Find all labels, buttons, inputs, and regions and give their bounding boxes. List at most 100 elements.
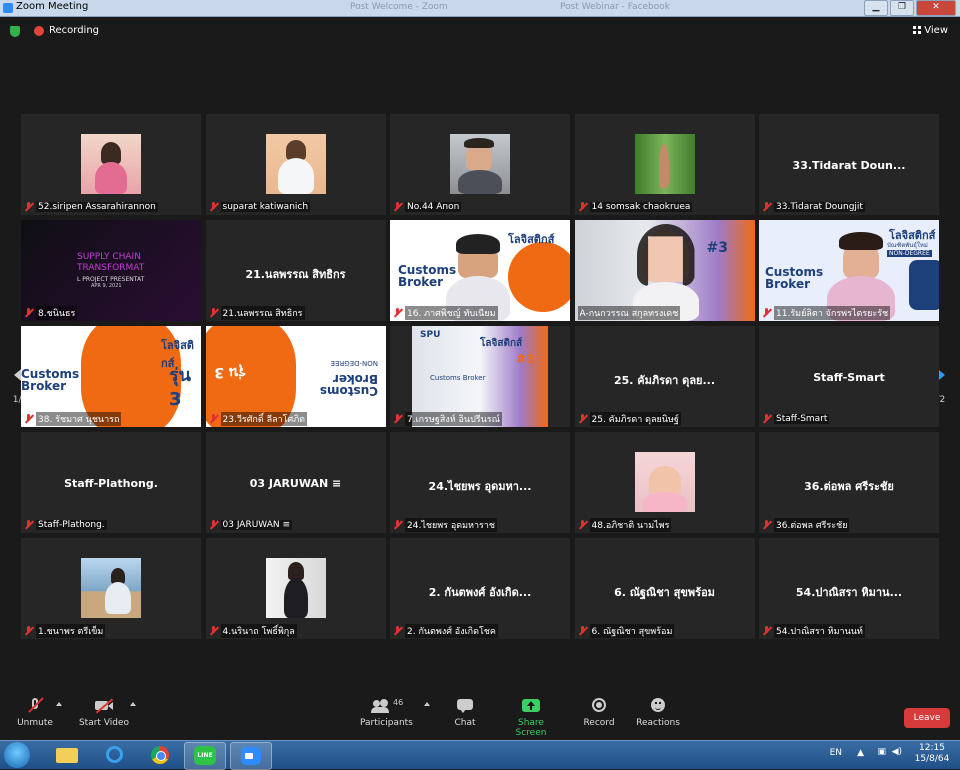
slide-date: APR 9, 2021 xyxy=(91,283,122,289)
participant-name: 52.siripen Assarahirannon xyxy=(36,201,158,212)
view-button[interactable]: View xyxy=(913,25,948,36)
ghost-tab-1: Post Welcome - Zoom xyxy=(350,2,448,12)
video-gallery: 52.siripen Assarahirannon suparat katiwa… xyxy=(21,114,939,639)
participant-tile[interactable]: No.44 Anon xyxy=(390,114,570,215)
line-app-icon[interactable]: LINE xyxy=(184,742,226,770)
participant-tile[interactable]: suparat katiwanich xyxy=(205,114,386,215)
maximize-button[interactable]: ❐ xyxy=(890,0,914,16)
participant-tile[interactable]: 25. คัมภิรดา ดุลย... 25. คัมภิรดา ดุลยนิ… xyxy=(574,326,755,427)
participant-tile[interactable]: 2. กันตพงศ์ อังเกิด... 2. กันตพงศ์ อังเก… xyxy=(390,538,570,639)
chat-icon xyxy=(456,698,474,713)
participants-button[interactable]: 46 Participants xyxy=(360,698,413,728)
line-app-label: LINE xyxy=(194,746,216,765)
share-screen-button[interactable]: Share Screen xyxy=(502,698,560,738)
muted-mic-icon xyxy=(762,307,771,318)
leave-button[interactable]: Leave xyxy=(904,708,950,728)
language-indicator[interactable]: EN xyxy=(830,748,842,758)
participant-tile[interactable]: 54.ปาณิสรา หิมาน... 54.ปาณิสรา หิมานนท์ xyxy=(759,538,939,639)
participant-tile[interactable]: 36.ต่อพล ศรีระชัย 36.ต่อพล ศรีระชัย xyxy=(759,432,939,533)
video-options-caret-icon[interactable] xyxy=(130,702,136,706)
slide-round: รุ่น 3 xyxy=(169,365,191,410)
slide-subtitle: บัณฑิตพันธุ์ใหม่ xyxy=(887,242,928,249)
participant-name: 14 somsak chaokruea xyxy=(589,201,693,212)
participant-tile[interactable]: 14 somsak chaokruea xyxy=(574,114,755,215)
show-hidden-icons-icon[interactable]: ▲ xyxy=(857,748,864,758)
participant-name: Staff-Smart xyxy=(774,413,830,424)
participant-name: 4.นรินาถ โพธิ์พิกุล xyxy=(220,623,297,638)
participant-tile[interactable]: SPU โลจิสติกส์ #3 Customs Broker 7.เกรษฐ… xyxy=(390,326,570,427)
participant-tile[interactable]: Staff-Plathong. Staff-Plathong. xyxy=(21,432,201,533)
participant-tile[interactable]: Staff-Smart Staff-Smart xyxy=(759,326,939,427)
internet-explorer-icon[interactable] xyxy=(94,742,134,768)
participant-tile[interactable]: 03 JARUWAN ≡ 03 JARUWAN ≡ xyxy=(205,432,386,533)
muted-microphone-icon xyxy=(26,697,44,713)
participants-label: Participants xyxy=(360,718,413,728)
participant-tile[interactable]: 33.Tidarat Doun... 33.Tidarat Doungjit xyxy=(759,114,939,215)
participant-tile-active-speaker[interactable]: #3 A-กนกวรรณ สกุลทรงเดช xyxy=(574,220,755,321)
participant-display-name: 6. ณัฐณิชา สุขพร้อม xyxy=(614,586,715,599)
participant-name: 21.นลพรรณ สิทธิกร xyxy=(220,305,305,320)
participant-name: 24.ไชยพร อุดมหาราช xyxy=(405,517,498,532)
slide-badge: NON-DEGREE xyxy=(330,359,378,367)
chrome-icon[interactable] xyxy=(140,742,180,768)
participant-tile[interactable]: 6. ณัฐณิชา สุขพร้อม 6. ณัฐณิชา สุขพร้อม xyxy=(574,538,755,639)
participant-name: 48.อภิชาติ นามไพร xyxy=(589,517,672,532)
reactions-label: Reactions xyxy=(636,718,680,728)
participant-name: 38. รัชมาศ นุชนารถ xyxy=(36,411,122,426)
chat-button[interactable]: Chat xyxy=(450,698,480,728)
participant-photo xyxy=(265,134,326,194)
muted-mic-icon xyxy=(209,413,218,424)
participant-tile[interactable]: SUPPLY CHAIN TRANSFORMAT L PROJECT PRESE… xyxy=(21,220,201,321)
unmute-button[interactable]: Unmute xyxy=(14,697,56,728)
volume-icon[interactable]: ◀) xyxy=(892,747,902,757)
participant-display-name: 25. คัมภิรดา ดุลย... xyxy=(613,374,716,387)
participants-options-caret-icon[interactable] xyxy=(424,702,430,706)
record-button[interactable]: Record xyxy=(582,698,616,728)
unmute-label: Unmute xyxy=(17,718,53,728)
windows-start-icon[interactable] xyxy=(4,742,30,768)
participant-display-name: 24.ไชยพร อุดมหา... xyxy=(428,480,532,493)
participant-display-name: Staff-Plathong. xyxy=(64,477,158,490)
reactions-button[interactable]: Reactions xyxy=(636,698,680,728)
muted-mic-icon xyxy=(209,519,218,530)
zoom-taskbar-icon[interactable] xyxy=(230,742,272,770)
record-icon xyxy=(590,698,608,713)
participant-tile[interactable]: 4.นรินาถ โพธิ์พิกุล xyxy=(205,538,386,639)
participant-display-name: 21.นลพรรณ สิทธิกร xyxy=(245,268,346,281)
participant-tile[interactable]: 52.siripen Assarahirannon xyxy=(21,114,201,215)
participant-name: 11.รัมย์ลิตา จักรพรไตรยะรัช xyxy=(774,305,891,320)
ghost-tab-2: Post Webinar - Facebook xyxy=(560,2,670,12)
participant-tile[interactable]: 21.นลพรรณ สิทธิกร 21.นลพรรณ สิทธิกร xyxy=(205,220,386,321)
clock[interactable]: 12:15 15/8/64 xyxy=(910,743,954,765)
start-video-button[interactable]: Start Video xyxy=(78,698,130,728)
muted-mic-icon xyxy=(393,413,402,424)
network-icon[interactable]: ▣ xyxy=(877,747,886,757)
participant-display-name: 2. กันตพงศ์ อังเกิด... xyxy=(428,586,532,599)
muted-mic-icon xyxy=(209,307,218,318)
muted-mic-icon xyxy=(393,625,402,636)
participant-tile[interactable]: Customs Broker NON-DEGREE รุ่น 3 23.วีรศ… xyxy=(205,326,386,427)
clock-date: 15/8/64 xyxy=(914,754,950,764)
close-window-button[interactable]: ✕ xyxy=(916,0,956,16)
minimize-button[interactable]: ▁ xyxy=(864,0,888,16)
muted-mic-icon xyxy=(762,519,771,530)
grid-view-icon xyxy=(913,26,922,34)
muted-mic-icon xyxy=(24,201,33,212)
participant-display-name: Staff-Smart xyxy=(813,371,885,384)
muted-mic-icon xyxy=(578,413,587,424)
muted-mic-icon xyxy=(578,519,587,530)
participant-tile[interactable]: 48.อภิชาติ นามไพร xyxy=(574,432,755,533)
participant-tile[interactable]: โลจิสติกส์ Customs Broker 16. ภาศพิชญ์ ท… xyxy=(390,220,570,321)
participant-name: 16. ภาศพิชญ์ ทับเนียม xyxy=(405,305,498,320)
participant-tile[interactable]: โลจิสติกส์ บัณฑิตพันธุ์ใหม่ NON-DEGREE C… xyxy=(759,220,939,321)
participant-tile[interactable]: โลจิสติกส์ Customs Broker รุ่น 3 38. รัช… xyxy=(21,326,201,427)
audio-options-caret-icon[interactable] xyxy=(56,702,62,706)
slide-badge: NON-DEGREE xyxy=(887,250,932,257)
slide-customs-broker: Customs Broker xyxy=(398,263,457,289)
muted-mic-icon xyxy=(209,201,218,212)
encryption-shield-icon[interactable] xyxy=(10,26,20,37)
participant-tile[interactable]: 24.ไชยพร อุดมหา... 24.ไชยพร อุดมหาราช xyxy=(390,432,570,533)
participant-tile[interactable]: 1.ชนาพร ตรีเข็ม xyxy=(21,538,201,639)
file-explorer-icon[interactable] xyxy=(46,742,86,768)
window-title: Zoom Meeting xyxy=(16,1,89,12)
